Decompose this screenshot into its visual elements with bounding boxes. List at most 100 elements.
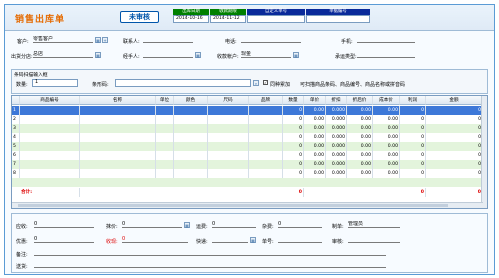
handler-field[interactable] [143,51,193,58]
grid-cell[interactable] [174,124,208,133]
grid-cell[interactable]: 0 [400,133,426,142]
misc-fee-field[interactable]: 0 [278,221,322,228]
grid-cell[interactable] [20,169,80,178]
grid-cell[interactable]: 0.00 [347,106,373,115]
grid-cell[interactable] [174,115,208,124]
grid-cell[interactable]: 0.00 [347,160,373,169]
grid-cell[interactable]: 0.00 [304,142,326,151]
grid-cell[interactable] [249,124,283,133]
express-pick-icon[interactable]: ▦ [250,237,256,243]
grid-cell[interactable]: 0.00 [304,106,326,115]
grid-header-row[interactable]: 商品编号 名称 单位 颜色 尺码 品牌 数量 单价 折扣 折后价 成本价 利润 金额 [12,96,483,105]
grid-cell[interactable]: 0.00 [347,169,373,178]
grid-cell[interactable] [20,142,80,151]
grid-cell[interactable]: 0.000 [326,106,347,115]
grid-cell[interactable] [80,124,156,133]
row-number[interactable]: 5 [12,142,20,151]
grid-cell[interactable]: 0 [283,133,304,142]
grid-cell[interactable]: 0.00 [373,133,400,142]
grid-cell[interactable]: 0.00 [304,133,326,142]
grid-cell[interactable] [156,133,174,142]
grid-cell[interactable] [249,151,283,160]
grid-cell[interactable] [156,124,174,133]
grid-cell[interactable]: 0 [283,169,304,178]
scroll-thumb[interactable] [18,204,448,207]
grid-cell[interactable] [208,151,249,160]
grid-cell[interactable]: 0.00 [347,124,373,133]
ship-date-field[interactable]: 2014-10-16 [173,15,209,23]
grid-cell[interactable]: 0.00 [304,124,326,133]
grid-cell[interactable]: 0.00 [373,106,400,115]
grid-cell[interactable]: 0 [283,160,304,169]
grid-cell[interactable]: 0.00 [373,124,400,133]
table-row[interactable]: 4 0 0.00 0.000 0.00 0.00 0 0 [12,133,483,142]
grid-cell[interactable] [249,160,283,169]
promo-field[interactable]: 0 [34,236,94,243]
total-label[interactable]: 合计: [20,188,80,197]
document-number-field[interactable] [306,15,370,23]
grid-cell[interactable] [80,115,156,124]
grid-cell[interactable]: 0.000 [326,169,347,178]
grid-cell[interactable]: 0.000 [326,160,347,169]
grid-cell[interactable] [208,133,249,142]
grid-cell[interactable] [80,133,156,142]
row-number[interactable]: 6 [12,151,20,160]
payment-deadline-field[interactable]: 2014-11-12 [210,15,246,23]
grid-cell[interactable]: 0.00 [373,169,400,178]
total-profit[interactable]: 0 [400,188,426,197]
grid-cell[interactable]: 0 [400,142,426,151]
customer-pick-icon[interactable]: ▦ [95,37,101,43]
grid-horizontal-scrollbar[interactable] [12,202,483,208]
total-qty[interactable]: 0 [283,188,304,197]
mobile-field[interactable] [357,36,415,43]
table-row[interactable]: 2 0 0.00 0.000 0.00 0.00 0 0 [12,115,483,124]
same-add-checkbox[interactable]: ✓ [263,80,268,85]
carrier-field[interactable] [357,51,415,58]
grid-cell[interactable] [156,169,174,178]
row-number[interactable]: 7 [12,160,20,169]
table-row[interactable]: 5 0 0.00 0.000 0.00 0.00 0 0 [12,142,483,151]
grid-cell[interactable]: 0.00 [304,160,326,169]
grid-cell[interactable]: 0 [426,133,483,142]
table-row[interactable]: 6 0 0.00 0.000 0.00 0.00 0 0 [12,151,483,160]
waybill-field[interactable] [278,236,322,243]
grid-cell[interactable]: 0.00 [347,142,373,151]
freight-field[interactable]: 0 [212,221,256,228]
grid-cell[interactable] [174,160,208,169]
table-row[interactable]: 8 0 0.00 0.000 0.00 0.00 0 0 [12,169,483,178]
grid-cell[interactable]: 0.00 [373,160,400,169]
row-number[interactable]: 8 [12,169,20,178]
grid-cell[interactable] [174,106,208,115]
table-row[interactable]: 1 0 0.00 0.000 0.00 0.00 0 0 [12,106,483,115]
table-row[interactable]: 3 0 0.00 0.000 0.00 0.00 0 0 [12,124,483,133]
grid-cell[interactable]: 0.00 [347,133,373,142]
grid-cell[interactable]: 0 [426,115,483,124]
grid-cell[interactable] [20,106,80,115]
grid-cell[interactable]: 0 [426,151,483,160]
total-row[interactable]: 合计: 0 0 0 [12,188,483,197]
grid-cell[interactable] [208,169,249,178]
received-field[interactable]: 0 [34,221,94,228]
grid-cell[interactable]: 0 [426,142,483,151]
grid-cell[interactable] [80,160,156,169]
grid-cell[interactable] [156,151,174,160]
discount-field[interactable]: 0 [122,221,182,228]
empty-row[interactable] [12,178,483,187]
grid-cell[interactable] [208,124,249,133]
grid-cell[interactable]: 0.000 [326,133,347,142]
grid-cell[interactable]: 0 [400,151,426,160]
grid-cell[interactable] [174,133,208,142]
grid-cell[interactable]: 0.00 [347,115,373,124]
row-number[interactable]: 1 [12,106,20,115]
grid-cell[interactable]: 0.00 [373,115,400,124]
grid-cell[interactable] [80,142,156,151]
barcode-input[interactable] [115,79,251,87]
row-number[interactable]: 2 [12,115,20,124]
grid-cell[interactable]: 0 [426,160,483,169]
grid-cell[interactable]: 0 [283,106,304,115]
grid-cell[interactable] [249,169,283,178]
grid-cell[interactable] [249,133,283,142]
grid-cell[interactable]: 0 [426,124,483,133]
delivery-address-field[interactable] [34,261,386,268]
grid-cell[interactable]: 0 [400,115,426,124]
